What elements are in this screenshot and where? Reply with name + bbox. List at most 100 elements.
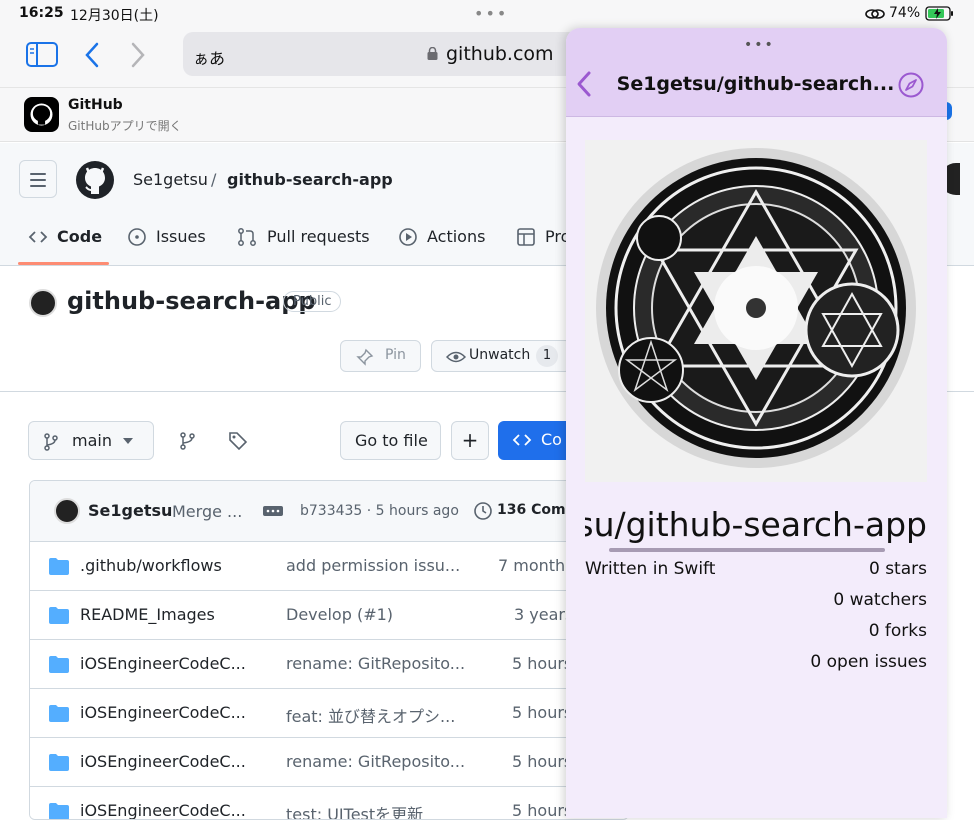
- file-name[interactable]: iOSEngineerCodeC...: [80, 654, 246, 673]
- pin-button[interactable]: Pin: [340, 340, 421, 372]
- tab-pull-requests-label: Pull requests: [267, 227, 370, 246]
- commit-message[interactable]: Merge ...: [172, 502, 242, 521]
- latest-commit-row[interactable]: Se1getsu Merge ... b733435 · 5 hours ago…: [30, 481, 628, 542]
- folder-icon: [49, 656, 69, 673]
- safari-compass-icon[interactable]: [898, 72, 924, 98]
- reader-options-button[interactable]: ぁあ: [193, 45, 225, 69]
- lock-icon: [427, 47, 438, 60]
- eye-icon: [446, 351, 466, 363]
- file-name[interactable]: iOSEngineerCodeC...: [80, 801, 246, 819]
- folder-icon: [49, 558, 69, 575]
- branch-select[interactable]: main: [28, 421, 154, 460]
- pin-icon: [356, 348, 374, 366]
- repo-language: Written in Swift: [585, 559, 716, 579]
- unwatch-label: Unwatch: [469, 347, 531, 363]
- file-name[interactable]: iOSEngineerCodeC...: [80, 703, 246, 722]
- code-icon: [28, 231, 48, 243]
- tab-code-label: Code: [57, 227, 103, 246]
- file-name[interactable]: README_Images: [80, 605, 215, 624]
- breadcrumb-owner[interactable]: Se1getsu: [133, 170, 208, 189]
- folder-icon: [49, 803, 69, 819]
- add-file-button[interactable]: +: [451, 421, 489, 460]
- file-commit-message[interactable]: Develop (#1): [286, 605, 393, 624]
- file-commit-message[interactable]: feat: 並び替えオプシ...: [286, 703, 455, 727]
- tab-issues-label: Issues: [156, 227, 206, 246]
- commit-author-avatar[interactable]: [54, 498, 80, 524]
- file-commit-message[interactable]: test: UITestを更新: [286, 801, 423, 819]
- table-icon: [517, 228, 535, 246]
- app-banner-subtitle[interactable]: GitHubアプリで開く: [68, 117, 182, 134]
- back-icon[interactable]: [84, 42, 100, 68]
- github-octocat-icon[interactable]: [75, 160, 115, 200]
- branch-name: main: [72, 431, 112, 450]
- branch-icon: [44, 433, 58, 451]
- pull-request-icon: [238, 228, 256, 246]
- sidebar-toggle-icon[interactable]: [26, 42, 58, 67]
- battery-icon: [925, 6, 953, 21]
- multitasking-dots-icon[interactable]: •••: [474, 4, 508, 23]
- chevron-down-icon: [123, 438, 133, 444]
- folder-icon: [49, 705, 69, 722]
- repo-watchers: 0 watchers: [833, 590, 927, 610]
- horizontal-scroll-indicator[interactable]: [609, 548, 885, 552]
- repo-title[interactable]: github-search-app: [67, 287, 316, 315]
- file-commit-message[interactable]: rename: GitReposito...: [286, 654, 465, 673]
- address-bar[interactable]: ぁあ github.com: [183, 32, 583, 76]
- file-name[interactable]: iOSEngineerCodeC...: [80, 752, 246, 771]
- selected-tab-indicator: [18, 262, 109, 265]
- commit-author[interactable]: Se1getsu: [88, 501, 172, 520]
- code-button-label: Co: [541, 430, 562, 449]
- slide-over-panel: ••• Se1getsu/github-search... su/github-…: [566, 28, 947, 818]
- status-time: 16:25: [19, 5, 64, 21]
- repo-owner-avatar[interactable]: [29, 289, 57, 317]
- file-commit-message[interactable]: add permission issu...: [286, 556, 460, 575]
- url-host: github.com: [446, 43, 554, 65]
- repo-open-issues: 0 open issues: [810, 652, 927, 672]
- status-date: 12月30日(土): [70, 8, 159, 24]
- folder-icon: [49, 607, 69, 624]
- commit-meta[interactable]: b733435 · 5 hours ago: [300, 503, 459, 519]
- panel-nav-title: Se1getsu/github-search...: [616, 73, 895, 95]
- pin-label: Pin: [385, 347, 406, 363]
- link-icon: [865, 9, 885, 19]
- go-to-file-button[interactable]: Go to file: [340, 421, 441, 460]
- forward-icon[interactable]: [130, 42, 146, 68]
- file-commit-message[interactable]: rename: GitReposito...: [286, 752, 465, 771]
- file-row[interactable]: README_Images Develop (#1) 3 years: [30, 591, 628, 640]
- go-to-file-label: Go to file: [355, 431, 428, 450]
- file-row[interactable]: iOSEngineerCodeC... feat: 並び替えオプシ... 5 h…: [30, 689, 628, 738]
- repo-full-name: Se1getsu/github-search-app: [585, 505, 927, 545]
- battery-percent: 74%: [889, 5, 921, 21]
- panel-back-icon[interactable]: [575, 70, 593, 98]
- folder-icon: [49, 754, 69, 771]
- tab-actions-label: Actions: [427, 227, 486, 246]
- ellipsis-icon[interactable]: [263, 506, 283, 516]
- issue-icon: [128, 228, 146, 246]
- breadcrumb-separator: /: [211, 170, 217, 189]
- menu-button[interactable]: [19, 160, 57, 198]
- tag-icon[interactable]: [228, 431, 248, 451]
- repo-stars: 0 stars: [868, 559, 927, 579]
- repo-full-name-text: Se1getsu/github-search-app: [585, 505, 927, 544]
- breadcrumb-repo[interactable]: github-search-app: [227, 170, 393, 189]
- file-row[interactable]: iOSEngineerCodeC... rename: GitReposito.…: [30, 640, 628, 689]
- status-bar: 16:25 12月30日(土) ••• 74%: [0, 0, 974, 28]
- owner-avatar-image: [585, 140, 927, 482]
- history-icon: [474, 502, 492, 520]
- github-app-logo: [24, 97, 59, 132]
- code-icon: [512, 434, 532, 446]
- watch-count: 1: [536, 345, 558, 367]
- file-row[interactable]: iOSEngineerCodeC... rename: GitReposito.…: [30, 738, 628, 787]
- file-row[interactable]: iOSEngineerCodeC... test: UITestを更新 5 ho…: [30, 787, 628, 819]
- app-banner-name: GitHub: [68, 97, 123, 113]
- unwatch-button[interactable]: Unwatch 1: [431, 340, 571, 372]
- panel-nav-bar: ••• Se1getsu/github-search...: [566, 28, 947, 117]
- file-table: Se1getsu Merge ... b733435 · 5 hours ago…: [29, 480, 629, 820]
- branches-icon[interactable]: [179, 432, 197, 450]
- play-icon: [399, 228, 417, 246]
- file-row[interactable]: .github/workflows add permission issu...…: [30, 542, 628, 591]
- visibility-badge: Public: [283, 291, 342, 312]
- panel-grabber-dots-icon[interactable]: •••: [744, 37, 775, 53]
- file-name[interactable]: .github/workflows: [80, 556, 222, 575]
- repo-forks: 0 forks: [868, 621, 927, 641]
